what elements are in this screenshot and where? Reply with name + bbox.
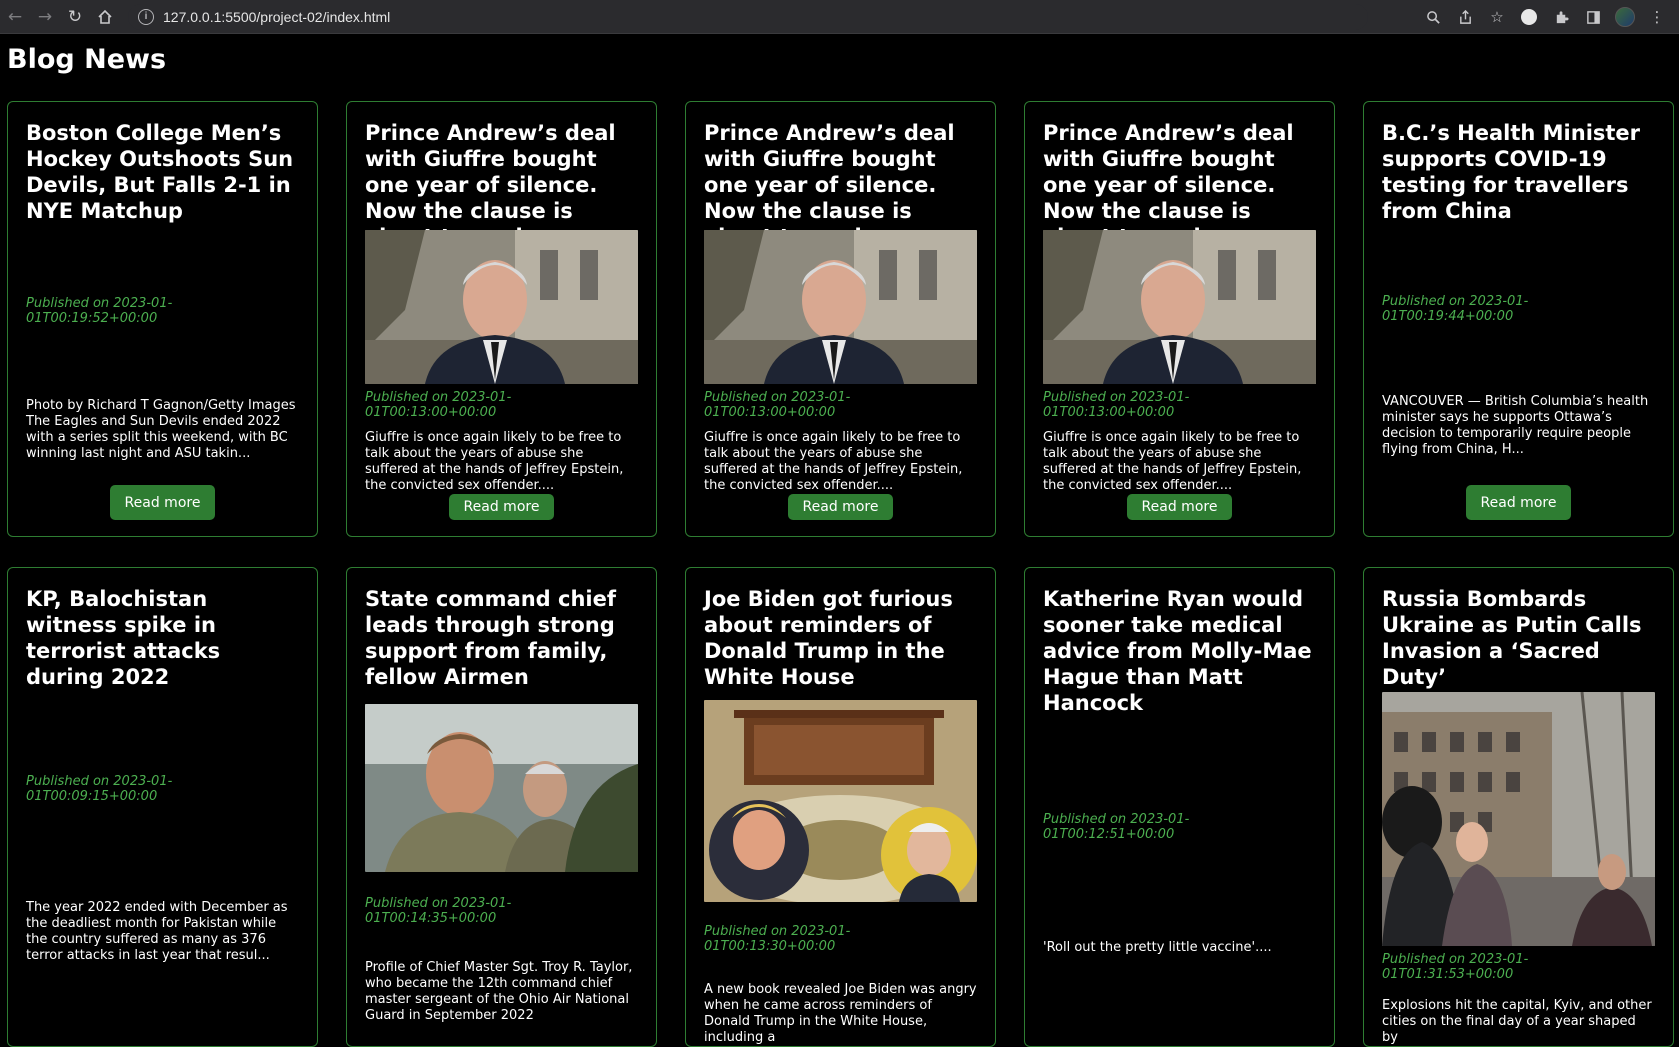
article-title: Russia Bombards Ukraine as Putin Calls I… <box>1382 587 1642 689</box>
article-title: State command chief leads through strong… <box>365 587 617 689</box>
extensions-icon[interactable] <box>1547 2 1575 32</box>
publish-date: Published on 2023-01-01T00:19:52+00:00 <box>26 296 173 326</box>
publish-date: Published on 2023-01-01T00:14:35+00:00 <box>365 896 512 926</box>
publish-date: Published on 2023-01-01T00:13:00+00:00 <box>704 390 851 420</box>
zoom-icon[interactable] <box>1419 2 1447 32</box>
article-title: Katherine Ryan would sooner take medical… <box>1043 587 1312 715</box>
oval-office-photo <box>704 700 977 902</box>
publish-date: Published on 2023-01-01T00:13:00+00:00 <box>365 390 512 420</box>
article-excerpt: Explosions hit the capital, Kyiv, and ot… <box>1382 998 1652 1045</box>
account-avatar-icon[interactable] <box>1611 2 1639 32</box>
profile-extension-icon[interactable] <box>1515 2 1543 32</box>
article-card: Prince Andrew’s deal with Giuffre bought… <box>685 101 996 537</box>
article-card: Prince Andrew’s deal with Giuffre bought… <box>346 101 657 537</box>
article-grid: Boston College Men’s Hockey Outshoots Su… <box>7 101 1674 1047</box>
publish-date: Published on 2023-01-01T00:09:15+00:00 <box>26 774 173 804</box>
star-icon[interactable]: ☆ <box>1483 2 1511 32</box>
article-title: Joe Biden got furious about reminders of… <box>704 587 953 689</box>
forward-arrow-icon[interactable]: → <box>30 2 60 32</box>
article-title: Prince Andrew’s deal with Giuffre bought… <box>1043 121 1294 249</box>
share-icon[interactable] <box>1451 2 1479 32</box>
sidebar-icon[interactable] <box>1579 2 1607 32</box>
article-excerpt: Giuffre is once again likely to be free … <box>1043 430 1302 493</box>
article-title: Boston College Men’s Hockey Outshoots Su… <box>26 121 294 223</box>
publish-date: Published on 2023-01-01T01:31:53+00:00 <box>1382 952 1529 982</box>
article-excerpt: Giuffre is once again likely to be free … <box>704 430 963 493</box>
page-title: Blog News <box>7 44 167 75</box>
article-excerpt: The year 2022 ended with December as the… <box>26 900 288 963</box>
read-more-button[interactable]: Read more <box>449 494 554 520</box>
info-icon[interactable]: i <box>138 8 154 25</box>
publish-date: Published on 2023-01-01T00:13:30+00:00 <box>704 924 851 954</box>
prince-andrew-photo <box>365 230 638 384</box>
article-title: B.C.’s Health Minister supports COVID-19… <box>1382 121 1641 223</box>
home-icon[interactable] <box>90 2 120 32</box>
article-title: Prince Andrew’s deal with Giuffre bought… <box>704 121 955 249</box>
publish-date: Published on 2023-01-01T00:19:44+00:00 <box>1382 294 1529 324</box>
menu-icon[interactable]: ⋮ <box>1643 2 1671 32</box>
article-card: Joe Biden got furious about reminders of… <box>685 567 996 1047</box>
article-card: Boston College Men’s Hockey Outshoots Su… <box>7 101 318 537</box>
article-excerpt: A new book revealed Joe Biden was angry … <box>704 982 977 1045</box>
reload-icon[interactable]: ↻ <box>60 2 90 32</box>
kyiv-street-photo <box>1382 692 1655 946</box>
article-excerpt: Giuffre is once again likely to be free … <box>365 430 624 493</box>
article-card: B.C.’s Health Minister supports COVID-19… <box>1363 101 1674 537</box>
article-title: Prince Andrew’s deal with Giuffre bought… <box>365 121 616 249</box>
prince-andrew-photo <box>704 230 977 384</box>
article-card: Katherine Ryan would sooner take medical… <box>1024 567 1335 1047</box>
publish-date: Published on 2023-01-01T00:12:51+00:00 <box>1043 812 1190 842</box>
publish-date: Published on 2023-01-01T00:13:00+00:00 <box>1043 390 1190 420</box>
article-card: Prince Andrew’s deal with Giuffre bought… <box>1024 101 1335 537</box>
article-excerpt: 'Roll out the pretty little vaccine'.... <box>1043 940 1272 955</box>
address-bar[interactable]: i 127.0.0.1:5500/project-02/index.html <box>128 3 1368 30</box>
article-card: KP, Balochistan witness spike in terrori… <box>7 567 318 1047</box>
url-text: 127.0.0.1:5500/project-02/index.html <box>163 8 391 25</box>
article-card: State command chief leads through strong… <box>346 567 657 1047</box>
read-more-button[interactable]: Read more <box>788 494 893 520</box>
prince-andrew-photo <box>1043 230 1316 384</box>
article-excerpt: Profile of Chief Master Sgt. Troy R. Tay… <box>365 960 633 1023</box>
article-excerpt: VANCOUVER — British Columbia’s health mi… <box>1382 394 1649 457</box>
read-more-button[interactable]: Read more <box>110 485 215 520</box>
back-arrow-icon[interactable]: ← <box>0 2 30 32</box>
article-excerpt: Photo by Richard T Gagnon/Getty Images T… <box>26 398 296 461</box>
browser-actions: ☆ ⋮ <box>1419 0 1671 34</box>
read-more-button[interactable]: Read more <box>1466 485 1571 520</box>
read-more-button[interactable]: Read more <box>1127 494 1232 520</box>
airmen-photo <box>365 704 638 872</box>
article-card: Russia Bombards Ukraine as Putin Calls I… <box>1363 567 1674 1047</box>
browser-toolbar: ← → ↻ i 127.0.0.1:5500/project-02/index.… <box>0 0 1679 34</box>
article-title: KP, Balochistan witness spike in terrori… <box>26 587 221 689</box>
